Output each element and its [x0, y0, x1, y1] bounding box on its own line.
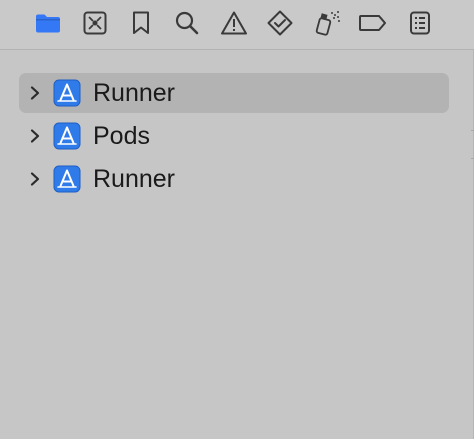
- bookmark-icon: [133, 11, 149, 34]
- search-icon: [175, 11, 199, 35]
- report-list-icon: [410, 11, 430, 35]
- chevron-right-icon[interactable]: [28, 128, 42, 144]
- find-navigator-tab[interactable]: [172, 8, 202, 38]
- project-navigator: Runner Pods Runner: [0, 50, 474, 439]
- navigator-item-label: Pods: [93, 122, 150, 150]
- chevron-right-icon[interactable]: [28, 85, 42, 101]
- navigator-item-label: Runner: [93, 79, 175, 107]
- chevron-right-icon[interactable]: [28, 171, 42, 187]
- bookmark-navigator-tab[interactable]: [126, 8, 156, 38]
- xcode-app-icon: [53, 79, 81, 107]
- warning-icon: [221, 11, 247, 35]
- xcode-app-icon: [53, 165, 81, 193]
- test-diamond-icon: [267, 10, 293, 36]
- report-navigator-tab[interactable]: [405, 8, 435, 38]
- issue-navigator-tab[interactable]: [219, 8, 249, 38]
- breakpoint-navigator-tab[interactable]: [358, 8, 388, 38]
- test-navigator-tab[interactable]: [265, 8, 295, 38]
- xcode-app-icon: [53, 122, 81, 150]
- navigator-toolbar: [0, 0, 474, 50]
- navigator-item-label: Runner: [93, 165, 175, 193]
- navigator-item-runner[interactable]: Runner: [19, 73, 449, 113]
- project-navigator-tab[interactable]: [33, 8, 63, 38]
- source-control-icon: [83, 11, 107, 35]
- navigator-item-runner-2[interactable]: Runner: [19, 159, 449, 199]
- debug-navigator-tab[interactable]: [312, 8, 342, 38]
- folder-icon: [36, 14, 60, 33]
- source-control-navigator-tab[interactable]: [80, 8, 110, 38]
- breakpoint-icon: [359, 15, 386, 31]
- navigator-item-pods[interactable]: Pods: [19, 116, 449, 156]
- debug-spray-icon: [315, 11, 340, 36]
